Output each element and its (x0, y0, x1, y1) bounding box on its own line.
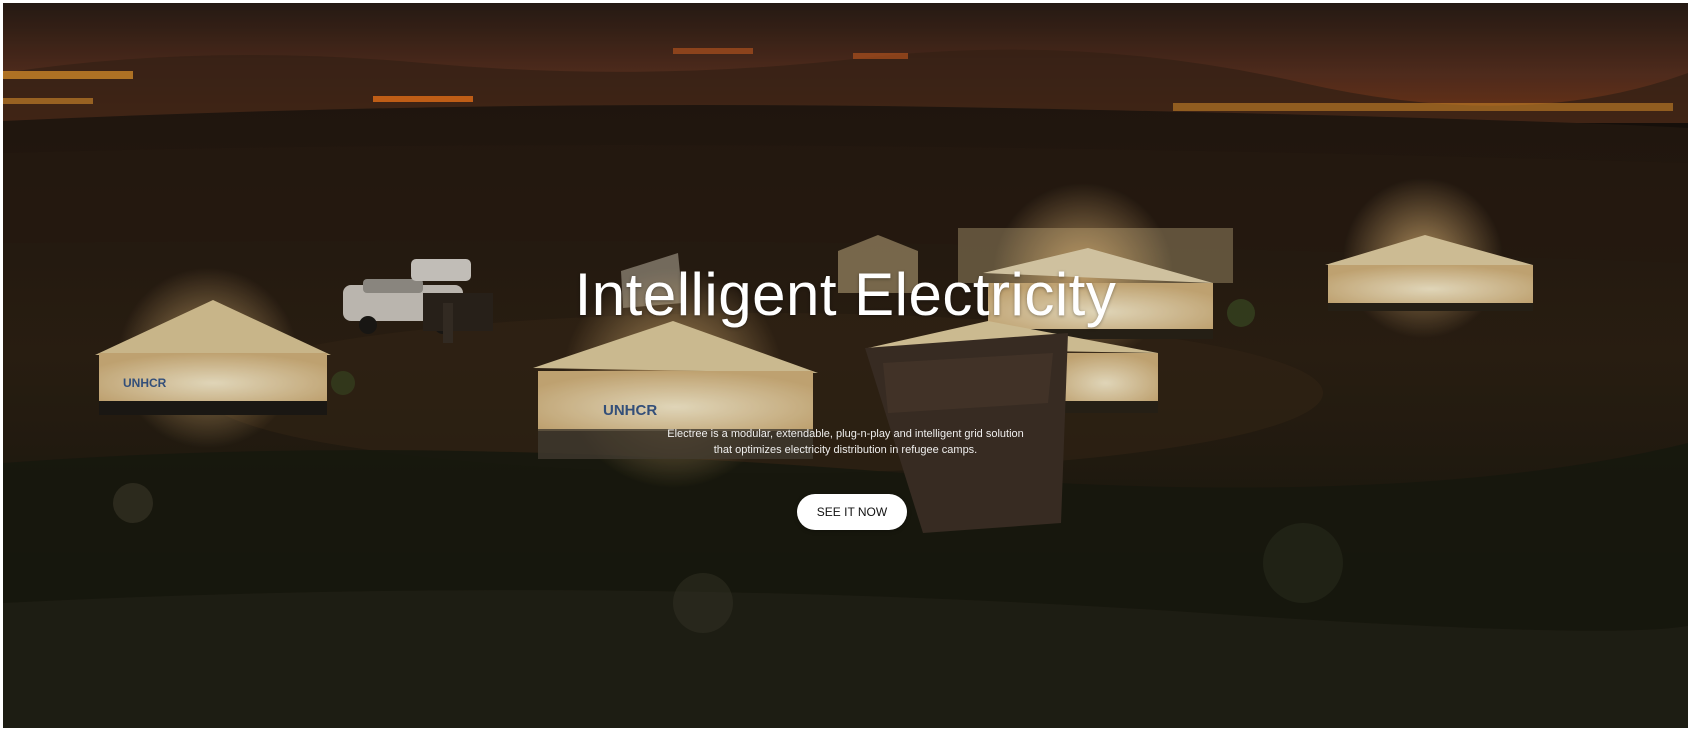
hero-description-line: Electree is a modular, extendable, plug-… (667, 428, 1024, 440)
hero-overlay (3, 3, 1688, 728)
hero-description: Electree is a modular, extendable, plug-… (3, 426, 1688, 458)
hero-description-line: that optimizes electricity distribution … (713, 444, 978, 456)
hero-title: Intelligent Electricity (574, 261, 1117, 328)
see-it-now-button[interactable]: SEE IT NOW (797, 494, 907, 530)
hero-section: UNHCR UNHCR Intelligent Electricity Elec… (3, 3, 1688, 728)
